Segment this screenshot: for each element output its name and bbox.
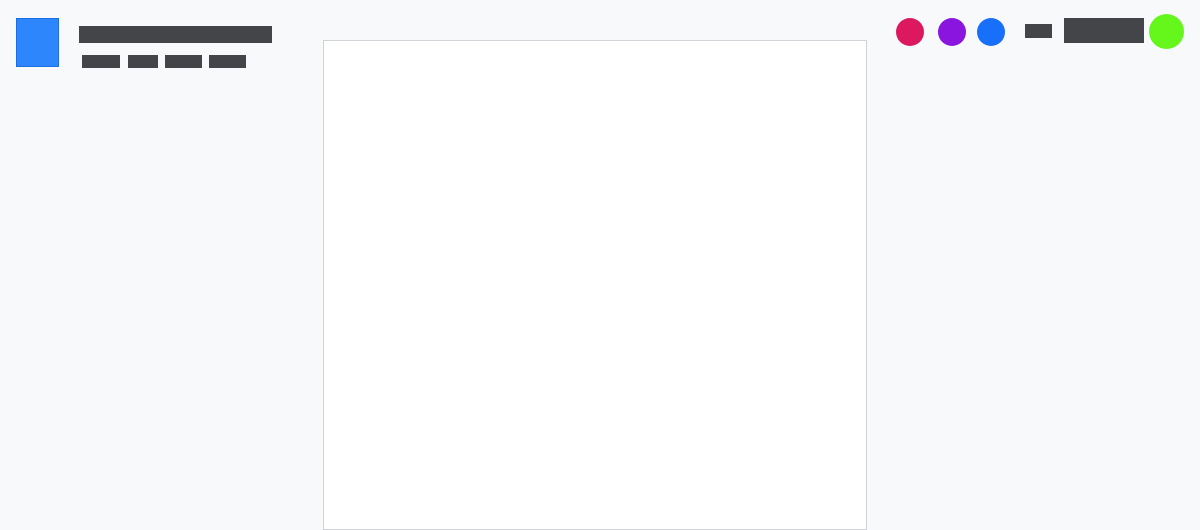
document-canvas[interactable] (323, 40, 867, 530)
menu-item-4[interactable] (209, 55, 246, 68)
share-button[interactable] (1064, 18, 1144, 43)
collaborator-avatar-2[interactable] (938, 18, 966, 46)
share-link[interactable] (1025, 24, 1052, 38)
menu-item-3[interactable] (165, 55, 202, 68)
collaborator-avatar-3[interactable] (977, 18, 1005, 46)
document-title[interactable] (79, 26, 272, 43)
collaborator-avatar-1[interactable] (896, 18, 924, 46)
menu-item-1[interactable] (82, 55, 120, 68)
app-logo-icon[interactable] (16, 18, 59, 67)
menu-item-2[interactable] (128, 55, 158, 68)
user-avatar-icon[interactable] (1149, 14, 1184, 49)
